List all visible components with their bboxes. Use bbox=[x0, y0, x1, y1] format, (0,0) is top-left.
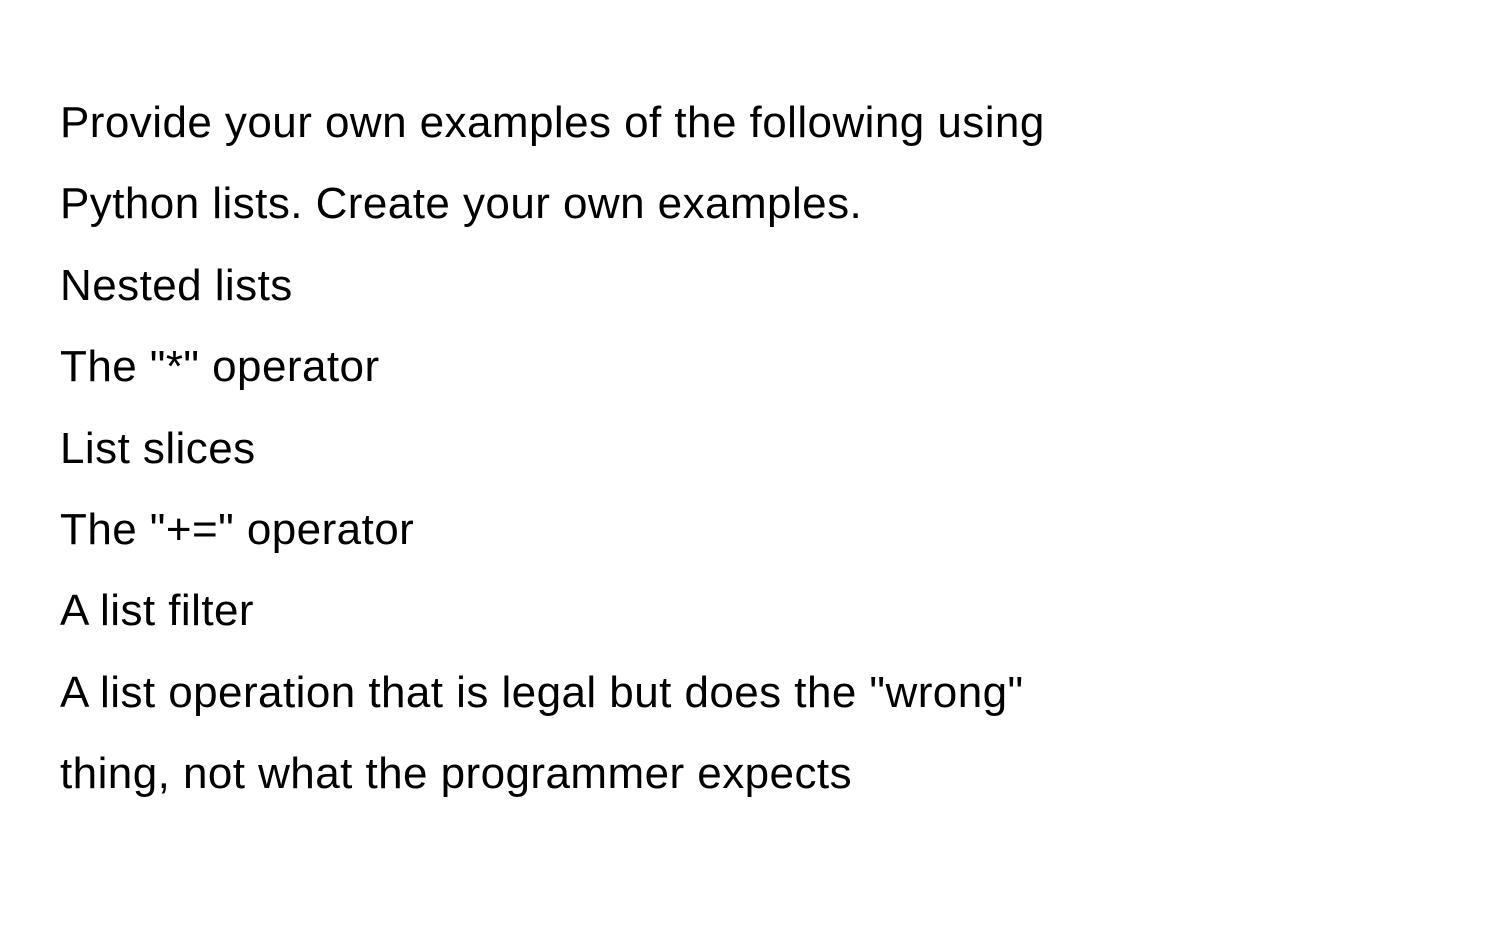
topic-list-slices: List slices bbox=[60, 408, 1440, 489]
topic-nested-lists: Nested lists bbox=[60, 245, 1440, 326]
topic-wrong-operation-line-1: A list operation that is legal but does … bbox=[60, 652, 1440, 733]
topic-list-filter: A list filter bbox=[60, 570, 1440, 651]
topic-wrong-operation-line-2: thing, not what the programmer expects bbox=[60, 733, 1440, 814]
topic-star-operator: The "*" operator bbox=[60, 326, 1440, 407]
instruction-line-1: Provide your own examples of the followi… bbox=[60, 82, 1440, 163]
document-page: Provide your own examples of the followi… bbox=[0, 0, 1500, 952]
topic-plus-equals-operator: The "+=" operator bbox=[60, 489, 1440, 570]
instruction-line-2: Python lists. Create your own examples. bbox=[60, 163, 1440, 244]
